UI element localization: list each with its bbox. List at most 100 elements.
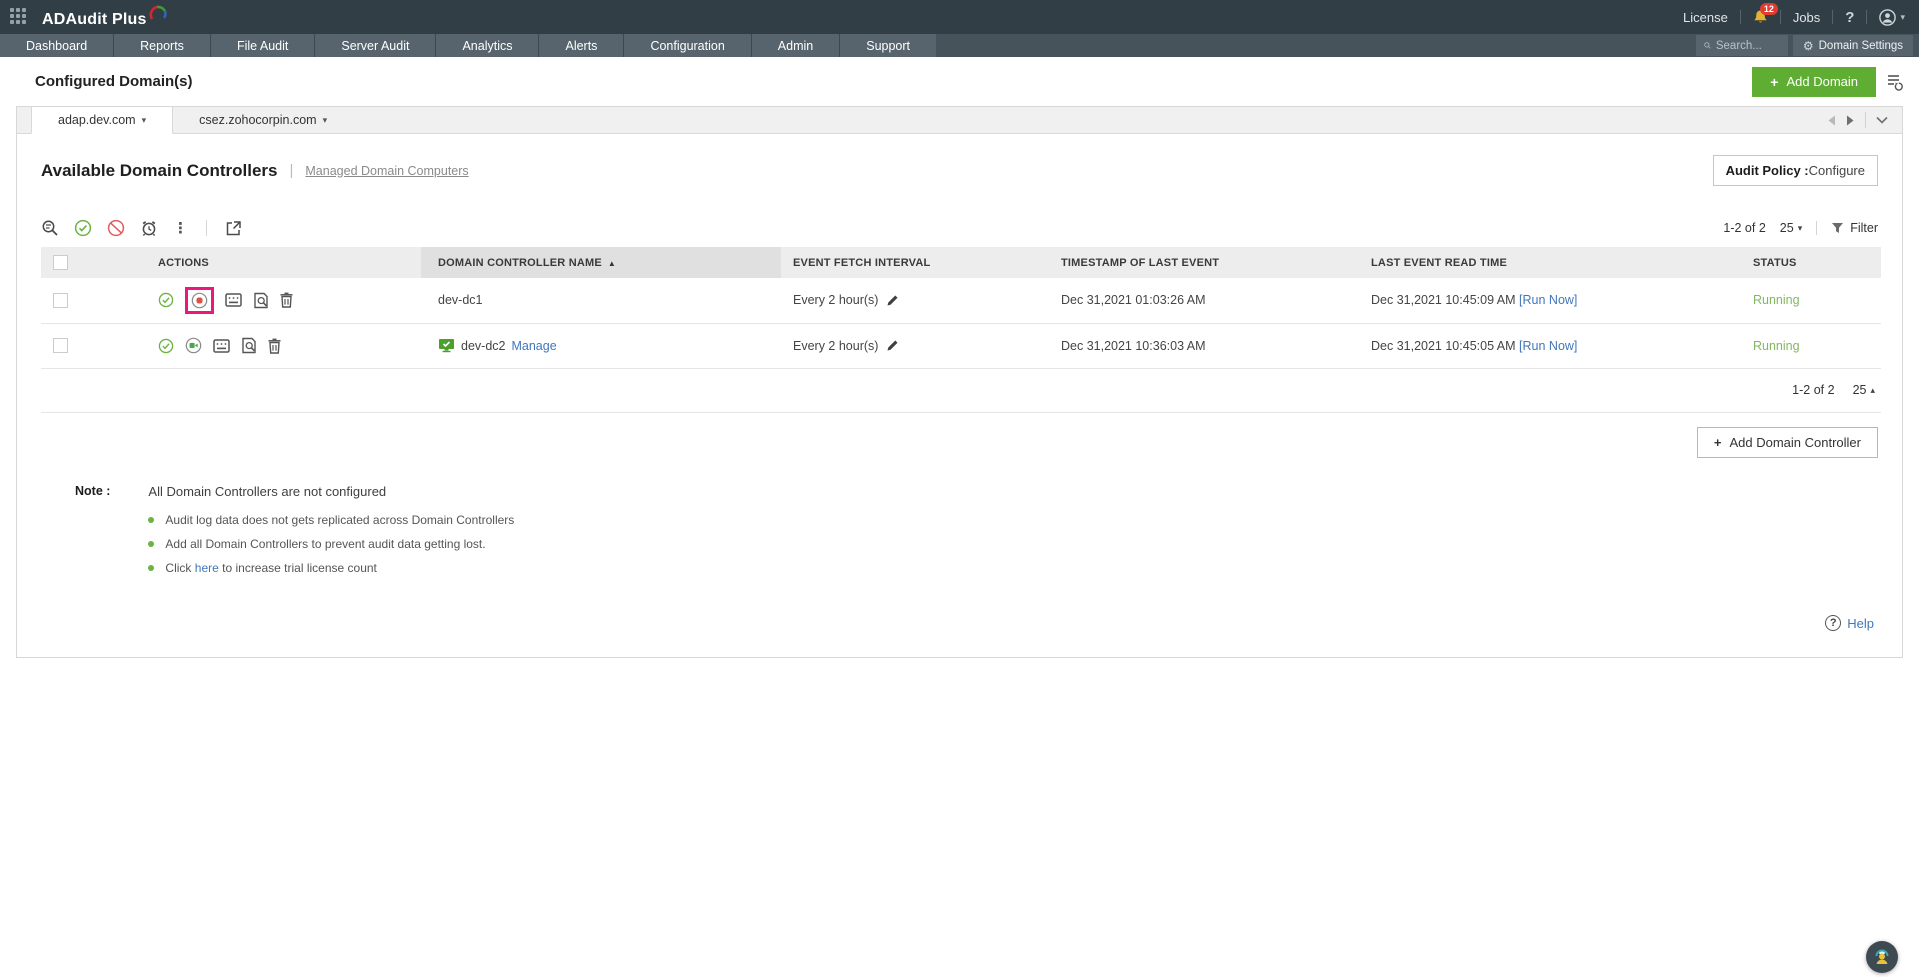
run-now-link[interactable]: [Run Now] — [1519, 339, 1577, 353]
tab-list-chevron-button[interactable] — [1876, 116, 1888, 124]
nav-tab-dashboard[interactable]: Dashboard — [0, 34, 114, 57]
section-head: Available Domain Controllers | Managed D… — [41, 155, 1878, 186]
pagination-range: 1-2 of 2 — [1723, 221, 1766, 235]
dc-name: dev-dc1 — [438, 293, 483, 308]
event-schedule-icon[interactable] — [225, 293, 242, 307]
note-label: Note : — [75, 483, 111, 498]
table-header-row: ACTIONS DOMAIN CONTROLLER NAME ▲ EVENT FE… — [41, 247, 1881, 278]
nav-tab-server-audit[interactable]: Server Audit — [315, 34, 436, 57]
chevron-down-icon: ▾ — [1900, 11, 1905, 22]
configured-domains-card: adap.dev.com ▾ csez.zohocorpin.com ▾ Ava… — [16, 106, 1903, 658]
page-size-dropdown[interactable]: 25 ▾ — [1780, 221, 1802, 235]
search-input[interactable] — [1715, 39, 1780, 52]
row-checkbox[interactable] — [53, 292, 68, 308]
table-toolbar: ⋮ 1-2 of 2 25 ▾ Filter — [41, 219, 1878, 237]
domain-tab-strip: adap.dev.com ▾ csez.zohocorpin.com ▾ — [17, 107, 1902, 134]
user-menu[interactable]: ▾ — [1879, 8, 1905, 26]
row-checkbox[interactable] — [53, 338, 68, 354]
delete-icon[interactable] — [268, 338, 281, 354]
domain-tab-csez-zohocorpin-com[interactable]: csez.zohocorpin.com ▾ — [173, 107, 353, 133]
tab-scroll-right-button[interactable] — [1846, 115, 1855, 126]
nav-tab-reports[interactable]: Reports — [114, 34, 210, 57]
increase-license-link[interactable]: here — [195, 561, 219, 575]
help-label: Help — [1847, 615, 1874, 631]
enable-audit-icon[interactable] — [158, 292, 174, 308]
column-search-icon[interactable] — [41, 219, 59, 237]
question-circle-icon: ? — [1825, 615, 1842, 631]
add-domain-button[interactable]: + Add Domain — [1752, 66, 1876, 97]
dc-name: dev-dc2 — [461, 338, 506, 353]
manage-link[interactable]: Manage — [511, 339, 556, 353]
search-icon — [1704, 42, 1711, 49]
product-logo[interactable]: ADAudit Plus — [42, 5, 169, 29]
global-search[interactable] — [1695, 35, 1788, 56]
help-link[interactable]: ? Help — [1825, 615, 1874, 631]
edit-interval-pencil-icon[interactable] — [886, 294, 899, 307]
domain-controllers-table: ACTIONS DOMAIN CONTROLLER NAME ▲ EVENT FE… — [41, 247, 1881, 369]
export-icon[interactable] — [225, 220, 242, 237]
pagination-range-bottom: 1-2 of 2 — [1792, 383, 1835, 397]
add-dc-label: Add Domain Controller — [1729, 434, 1861, 450]
nav-tab-configuration[interactable]: Configuration — [624, 34, 751, 57]
divider — [1832, 10, 1834, 24]
view-report-icon[interactable] — [241, 337, 257, 354]
edit-interval-pencil-icon[interactable] — [886, 339, 899, 352]
col-header-status[interactable]: STATUS — [1741, 247, 1881, 278]
nav-tab-support[interactable]: Support — [840, 34, 937, 57]
col-header-dc-name[interactable]: DOMAIN CONTROLLER NAME ▲ — [421, 247, 781, 278]
jobs-link[interactable]: Jobs — [1793, 10, 1820, 25]
note-section: Note : All Domain Controllers are not co… — [75, 484, 1902, 585]
select-all-checkbox[interactable] — [53, 255, 68, 270]
domain-sync-icon[interactable] — [1886, 73, 1903, 91]
col-header-actions: ACTIONS — [96, 247, 421, 278]
schedule-alarm-icon[interactable] — [140, 219, 158, 237]
page-size-dropdown-bottom[interactable]: 25 ▴ — [1853, 383, 1875, 397]
table-row-dev-dc1: dev-dc1 Every 2 hour(s) Dec 31,2021 01:0… — [41, 278, 1881, 324]
managed-domain-computers-link[interactable]: Managed Domain Computers — [305, 164, 468, 178]
domain-tab-adap-dev-com[interactable]: adap.dev.com ▾ — [31, 107, 174, 134]
status-badge: Running — [1753, 338, 1800, 353]
notifications-button[interactable]: 12 — [1753, 3, 1778, 25]
run-now-link[interactable]: [Run Now] — [1519, 293, 1577, 307]
filter-button[interactable]: Filter — [1816, 221, 1878, 235]
highlight-annotation — [185, 286, 214, 314]
chevron-down-icon: ▾ — [141, 114, 147, 125]
col-header-last-event[interactable]: TIMESTAMP OF LAST EVENT — [1049, 247, 1359, 278]
nav-tab-alerts[interactable]: Alerts — [539, 34, 624, 57]
col-header-last-read[interactable]: LAST EVENT READ TIME — [1359, 247, 1741, 278]
enable-audit-icon[interactable] — [158, 338, 174, 354]
support-chat-button[interactable] — [1866, 941, 1898, 973]
start-collection-icon[interactable] — [185, 337, 202, 354]
help-question-icon[interactable]: ? — [1845, 9, 1854, 26]
tab-scroll-left-button[interactable] — [1827, 115, 1836, 126]
status-badge: Running — [1753, 293, 1800, 308]
divider — [1865, 112, 1866, 128]
section-title: Available Domain Controllers — [41, 160, 278, 180]
delete-icon[interactable] — [280, 292, 293, 308]
top-bar: ADAudit Plus License 12 Jobs ? ▾ — [0, 0, 1919, 34]
last-read-timestamp: Dec 31,2021 10:45:05 AM — [1371, 338, 1516, 353]
view-report-icon[interactable] — [253, 292, 269, 309]
nav-tab-file-audit[interactable]: File Audit — [210, 34, 315, 57]
fetch-interval-value: Every 2 hour(s) — [793, 293, 879, 308]
note-bullet: Add all Domain Controllers to prevent au… — [148, 537, 514, 551]
audit-policy-button[interactable]: Audit Policy :Configure — [1712, 155, 1878, 186]
audit-policy-label: Audit Policy : — [1725, 163, 1809, 178]
add-domain-controller-button[interactable]: + Add Domain Controller — [1696, 426, 1878, 458]
enable-selected-icon[interactable] — [74, 219, 92, 237]
plus-icon: + — [1770, 73, 1779, 90]
license-link[interactable]: License — [1683, 10, 1728, 25]
app-launcher-icon[interactable] — [10, 8, 28, 26]
col-header-fetch-interval[interactable]: EVENT FETCH INTERVAL — [781, 247, 1049, 278]
nav-tab-analytics[interactable]: Analytics — [436, 34, 539, 57]
disable-selected-icon[interactable] — [107, 219, 125, 237]
divider: | — [289, 162, 294, 179]
divider — [206, 220, 207, 236]
more-actions-icon[interactable]: ⋮ — [173, 219, 188, 237]
divider — [1739, 10, 1741, 24]
nav-tab-admin[interactable]: Admin — [751, 34, 840, 57]
stop-collection-icon[interactable] — [191, 292, 208, 309]
domain-tab-label: adap.dev.com — [58, 113, 136, 127]
event-schedule-icon[interactable] — [213, 338, 230, 353]
domain-settings-button[interactable]: ⚙ Domain Settings — [1792, 35, 1913, 56]
